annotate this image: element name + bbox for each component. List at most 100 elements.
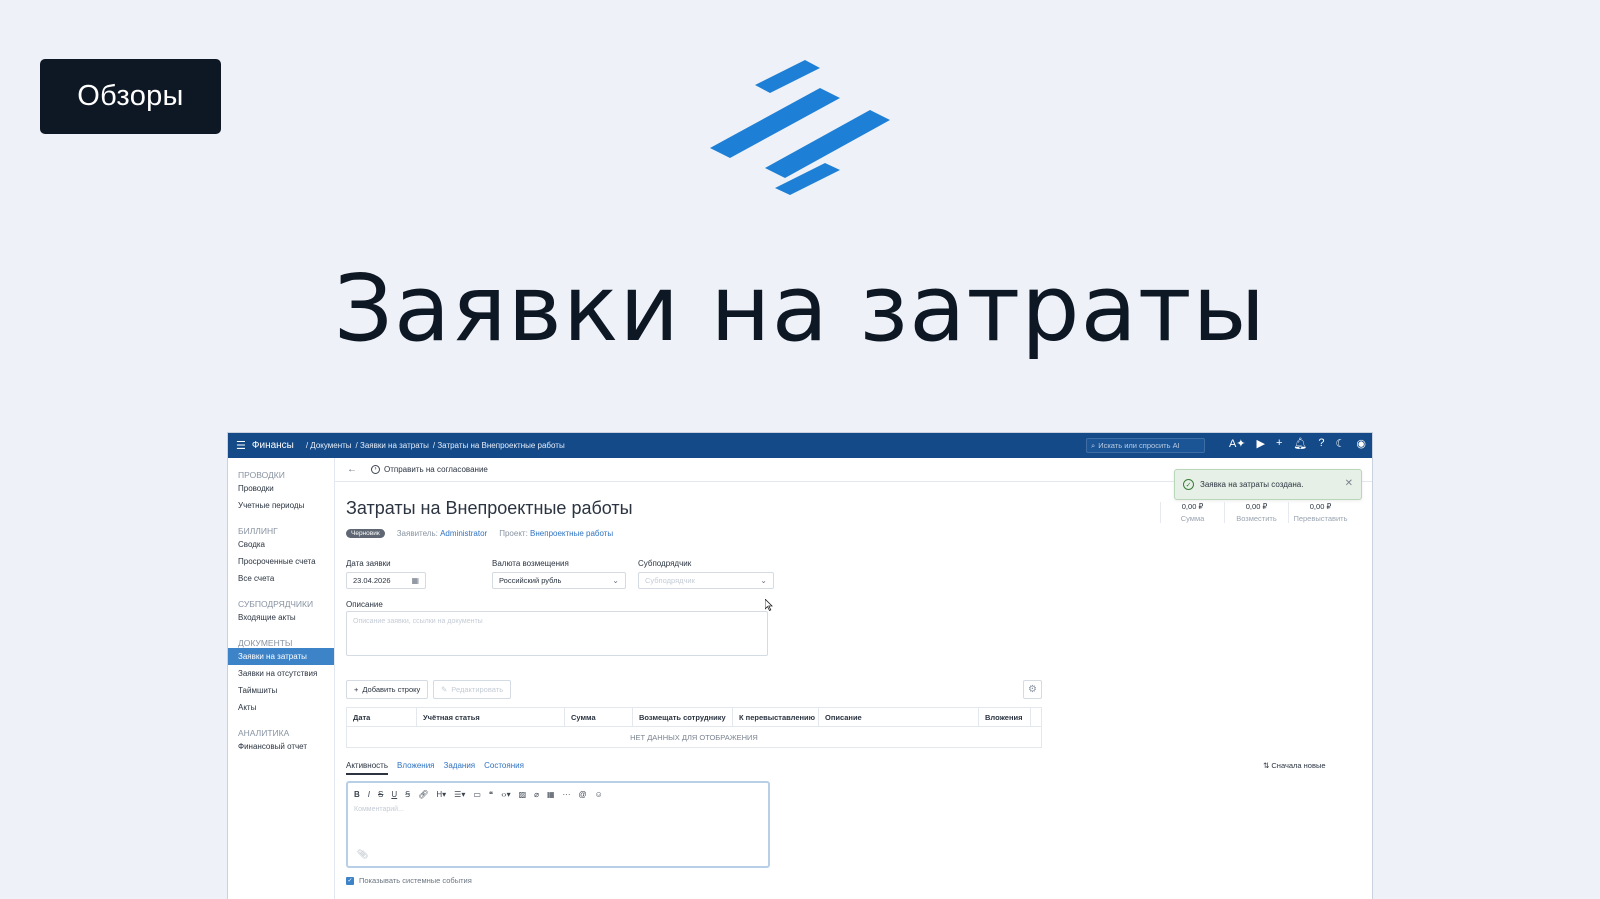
plus-icon[interactable]: + [1276,437,1282,450]
main-content: ← › Отправить на согласование ✓ Заявка н… [335,458,1372,899]
bell-icon[interactable]: 🔔︎ [1293,437,1307,450]
total-reimburse-label: Возместить [1236,514,1277,523]
calendar-icon[interactable]: ▦ [411,576,419,585]
currency-value: Российский рубль [499,576,562,585]
success-toast: ✓ Заявка на затраты создана. ✕ [1174,469,1362,500]
sidebar-item-all-invoices[interactable]: Все счета [228,570,334,587]
sidebar-item-expense-requests[interactable]: Заявки на затраты [228,648,334,665]
bold-icon[interactable]: B [354,790,360,799]
send-label: Отправить на согласование [384,465,488,474]
chevron-down-icon: ⌄ [612,576,619,585]
description-label: Описание [346,600,383,609]
global-search-input[interactable]: ⌕ Искать или спросить AI [1086,438,1205,453]
code-icon[interactable]: ‹›▾ [501,790,510,799]
clear-format-icon[interactable]: Ꞩ [405,790,410,799]
mouse-cursor-icon [765,599,773,611]
expense-lines-table: Дата Учётная статья Сумма Возмещать сотр… [346,707,1042,748]
column-header[interactable]: Вложения [979,708,1031,726]
currency-label: Валюта возмещения [492,559,569,568]
brand-logo-icon [710,60,890,195]
applicant-meta: Заявитель: Administrator [397,529,488,538]
sidebar-item-financial-report[interactable]: Финансовый отчет [228,738,334,755]
edit-button[interactable]: ✎ Редактировать [433,680,512,699]
column-header[interactable]: Учётная статья [417,708,565,726]
column-header[interactable]: Возмещать сотруднику [633,708,733,726]
description-textarea[interactable]: Описание заявки, ссылки на документы [346,611,768,656]
sidebar-item-timesheets[interactable]: Таймшиты [228,682,334,699]
breadcrumb-documents[interactable]: / Документы [306,441,352,450]
tab-states[interactable]: Состояния [484,761,524,775]
sidebar-item-periods[interactable]: Учетные периоды [228,497,334,514]
comment-editor[interactable]: B I S U Ꞩ 🔗︎ H▾ ☰▾ ▭ ❝ ‹›▾ ▨ ⌀ ▦ ··· @ ☺… [346,781,770,868]
total-rebill-value: 0,00 ₽ [1309,502,1332,511]
breadcrumb-expense-requests[interactable]: / Заявки на затраты [356,441,429,450]
column-header[interactable]: Дата [347,708,417,726]
column-header[interactable]: Сумма [565,708,633,726]
search-placeholder: Искать или спросить AI [1098,441,1180,450]
list-icon[interactable]: ☰▾ [454,790,465,799]
hamburger-menu-icon[interactable]: ☰ [236,439,246,452]
sort-order-button[interactable]: ⇅ Сначала новые [1263,761,1326,770]
checkbox-checked-icon[interactable]: ✓ [346,876,354,885]
arrow-left-icon[interactable]: ← [347,464,357,475]
close-icon[interactable]: ✕ [1345,478,1353,489]
help-icon[interactable]: ? [1318,437,1324,450]
underline-icon[interactable]: U [391,790,397,799]
sidebar-item-summary[interactable]: Сводка [228,536,334,553]
send-for-approval-button[interactable]: › Отправить на согласование [371,465,488,474]
sort-icon: ⇅ [1263,761,1270,770]
sidebar-item-postings[interactable]: Проводки [228,480,334,497]
total-reimburse-value: 0,00 ₽ [1245,502,1268,511]
play-icon[interactable]: ▶ [1257,437,1265,450]
tab-activity[interactable]: Активность [346,761,389,775]
send-icon: › [371,465,380,474]
applicant-label: Заявитель: [396,529,438,538]
sidebar-item-acts[interactable]: Акты [228,699,334,716]
column-header[interactable]: К перевыставлению [733,708,819,726]
pencil-icon: ✎ [441,685,448,694]
attach-icon[interactable]: ⌀ [534,790,539,799]
note-icon[interactable]: ▭ [473,790,481,799]
subcontractor-select[interactable]: Субподрядчик ⌄ [638,572,774,589]
sidebar: ПРОВОДКИ Проводки Учетные периоды БИЛЛИН… [228,458,335,899]
tab-attachments[interactable]: Вложения [397,761,434,775]
applicant-link[interactable]: Administrator [440,529,487,538]
sidebar-item-absence-requests[interactable]: Заявки на отсутствия [228,665,334,682]
emoji-icon[interactable]: ☺ [595,790,603,799]
table-header: Дата Учётная статья Сумма Возмещать сотр… [347,708,1041,727]
gear-icon[interactable]: ⚙ [1023,680,1042,699]
heading-icon[interactable]: H▾ [436,790,446,799]
date-field[interactable]: 23.04.2026 ▦ [346,572,426,589]
totals-panel: 0,00 ₽ Сумма 0,00 ₽ Возместить 0,00 ₽ Перев… [1160,502,1352,523]
show-system-events-checkbox[interactable]: ✓ Показывать системные события [346,876,472,885]
image-icon[interactable]: ▨ [519,790,527,799]
paperclip-icon[interactable]: 📎︎ [357,849,368,860]
sidebar-item-overdue[interactable]: Просроченные счета [228,553,334,570]
ai-icon[interactable]: A✦ [1229,437,1246,450]
document-meta: Черновик Заявитель: Administrator Проект… [346,529,613,538]
quote-icon[interactable]: ❝ [489,790,493,799]
project-meta: Проект: Внепроектные работы [499,529,613,538]
chevron-down-icon: ⌄ [760,576,767,585]
mention-icon[interactable]: @ [579,790,587,799]
total-sum-label: Сумма [1180,514,1205,523]
strikethrough-icon[interactable]: S [378,790,383,799]
currency-select[interactable]: Российский рубль ⌄ [492,572,626,589]
more-icon[interactable]: ··· [563,790,571,799]
table-icon[interactable]: ▦ [547,790,555,799]
sidebar-group-title: АНАЛИТИКА [238,728,290,738]
tab-tasks[interactable]: Задания [444,761,476,775]
sidebar-group-title: БИЛЛИНГ [238,526,278,536]
description-placeholder: Описание заявки, ссылки на документы [353,618,483,625]
app-name[interactable]: Финансы [252,440,294,451]
column-header[interactable]: Описание [819,708,979,726]
status-badge[interactable]: Черновик [346,529,385,538]
breadcrumb-current: / Затраты на Внепроектные работы [432,441,565,450]
project-link[interactable]: Внепроектные работы [530,529,613,538]
sidebar-item-incoming-acts[interactable]: Входящие акты [228,609,334,626]
moon-icon[interactable]: ☾ [1336,437,1346,450]
user-avatar-icon[interactable]: ◉ [1356,437,1366,450]
link-icon[interactable]: 🔗︎ [418,790,428,799]
italic-icon[interactable]: I [368,790,370,799]
add-row-button[interactable]: + Добавить строку [346,680,429,699]
